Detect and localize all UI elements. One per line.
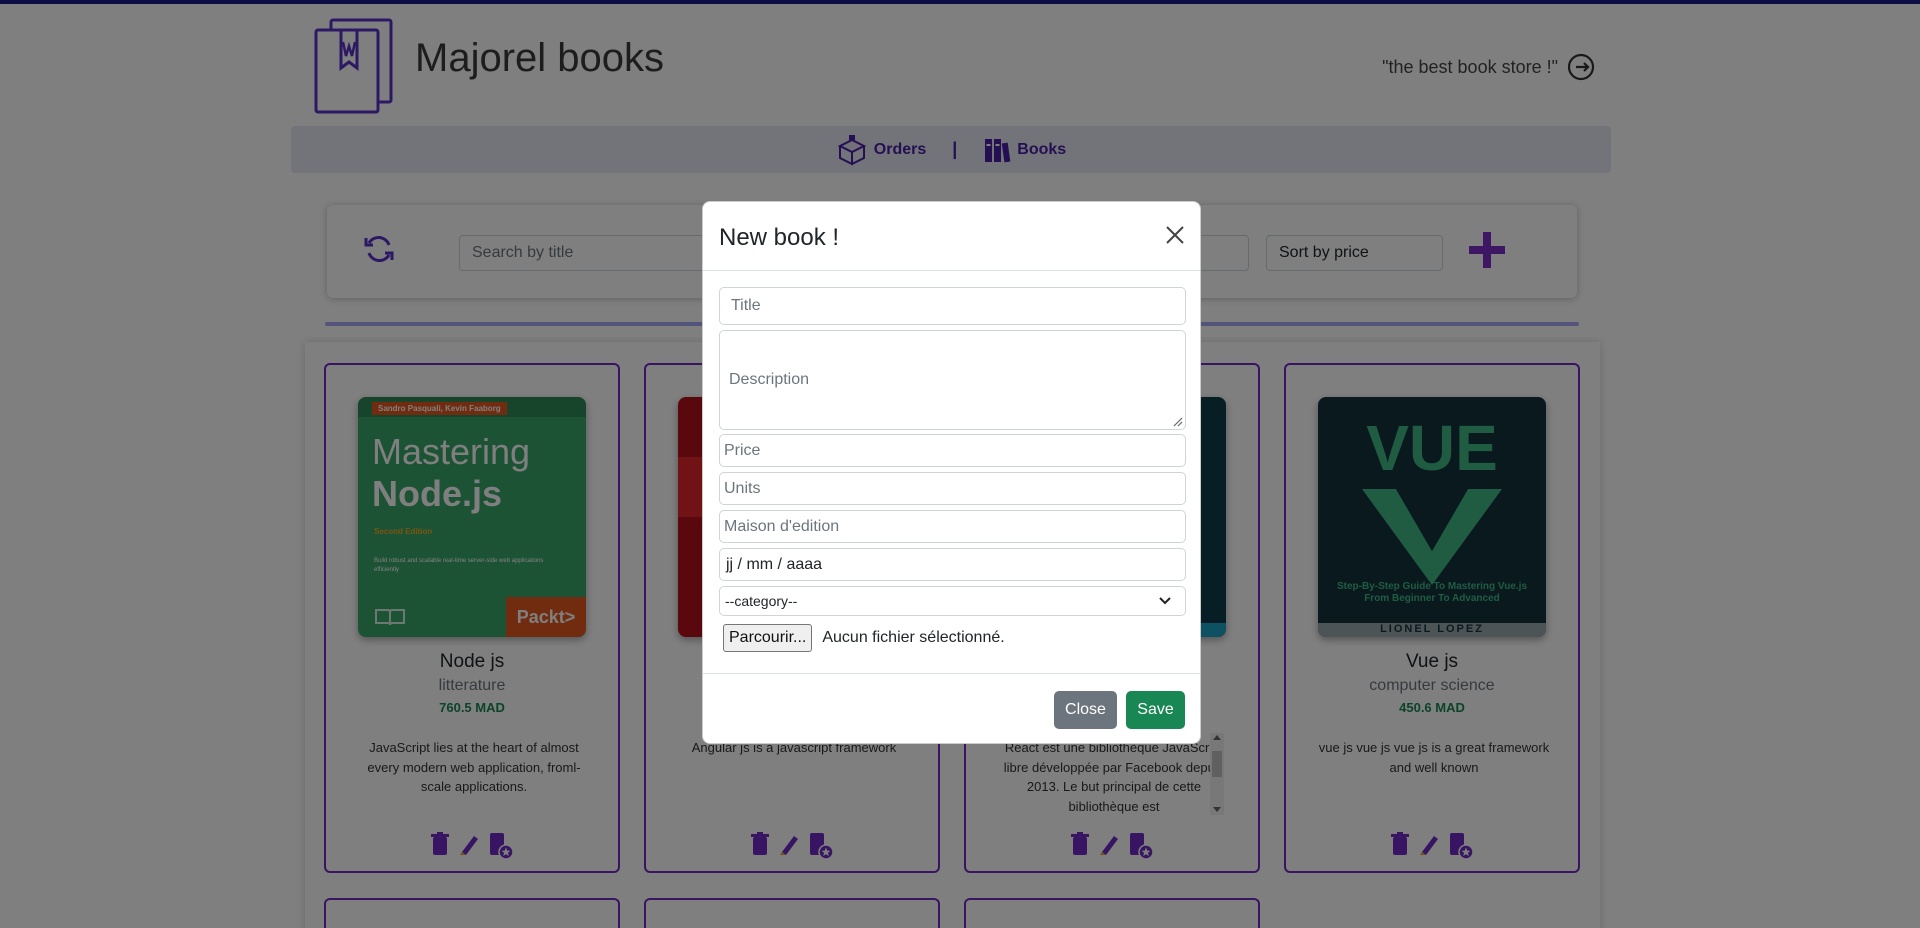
chevron-down-icon (1159, 597, 1171, 605)
browse-file-button[interactable]: Parcourir... (723, 624, 813, 652)
modal-header: New book ! (703, 202, 1200, 271)
new-book-modal: New book ! Title Description Price Units… (702, 201, 1201, 744)
modal-title: New book ! (719, 224, 840, 251)
price-input[interactable]: Price (719, 434, 1186, 467)
close-icon[interactable] (1164, 224, 1186, 246)
description-placeholder: Description (729, 371, 810, 388)
save-button[interactable]: Save (1126, 691, 1185, 729)
description-textarea[interactable]: Description (719, 330, 1186, 430)
file-status: Aucun fichier sélectionné. (822, 629, 1005, 646)
category-selected-value: --category-- (725, 593, 798, 609)
resize-grip-icon[interactable] (1171, 415, 1183, 427)
title-input[interactable]: Title (719, 287, 1186, 325)
cover-file-input: Parcourir... Aucun fichier sélectionné. (723, 624, 1005, 652)
close-button[interactable]: Close (1054, 691, 1117, 729)
category-select[interactable]: --category-- (719, 586, 1186, 616)
units-input[interactable]: Units (719, 472, 1186, 505)
modal-footer: Close Save (703, 673, 1200, 745)
edition-date-input[interactable]: jj / mm / aaaa (719, 548, 1186, 581)
publisher-input[interactable]: Maison d'edition (719, 510, 1186, 543)
